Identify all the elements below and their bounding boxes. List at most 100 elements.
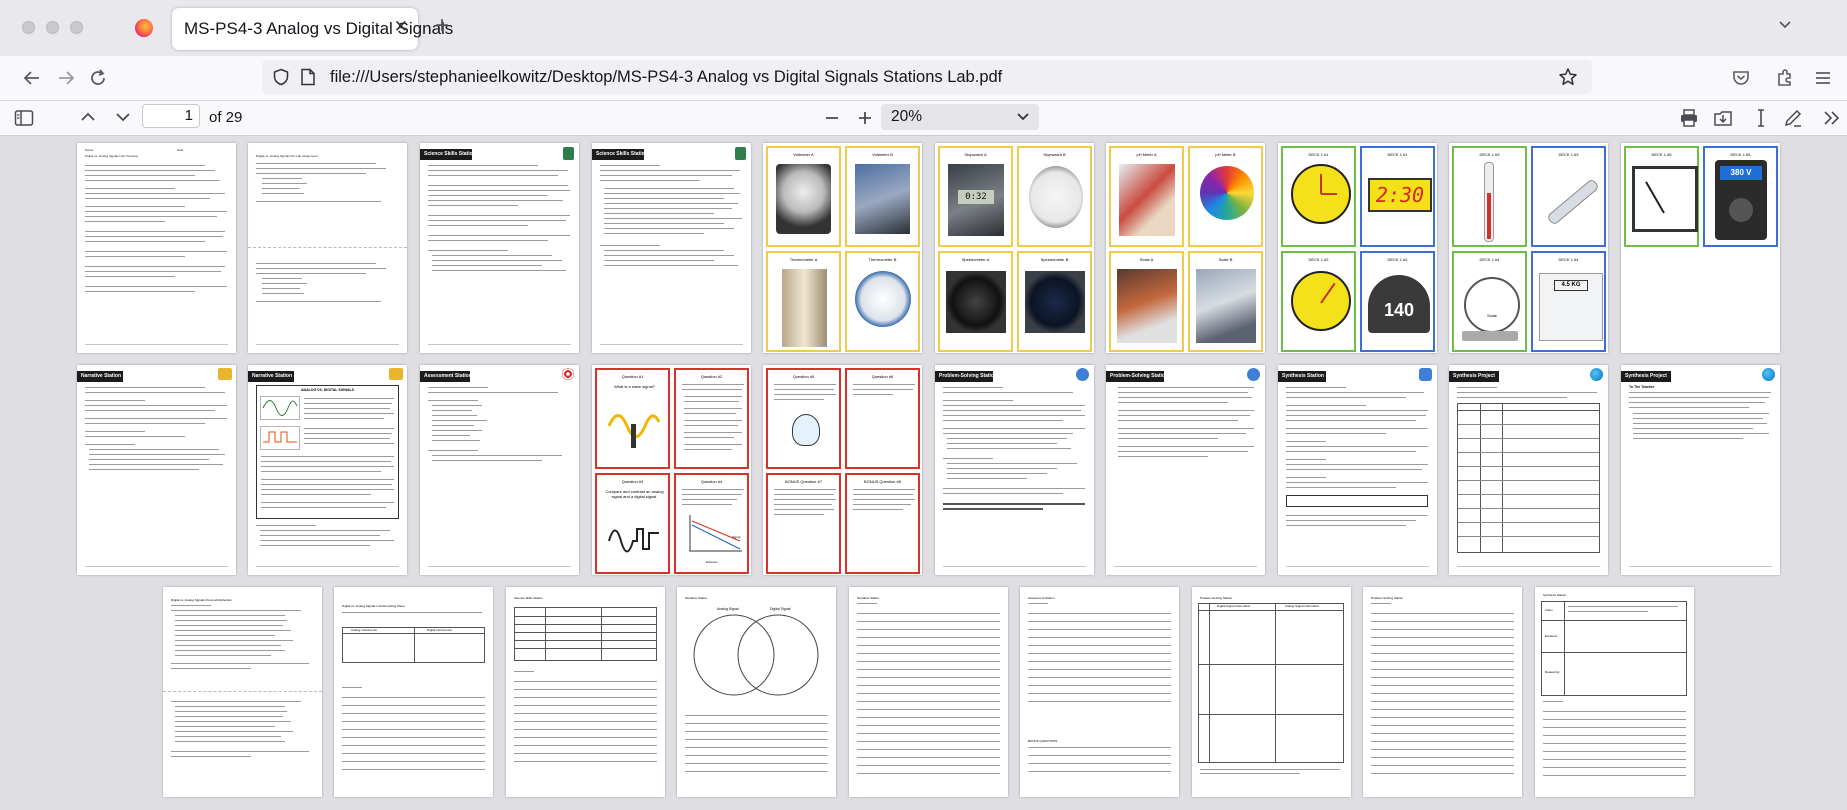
stopwatch-photo: 0:32 [948,164,1004,236]
card-label: DECK 1 #3 [1558,152,1579,157]
pdf-page-26[interactable]: Assessment Station BONUS QUESTIONS: [1020,587,1179,797]
draw-pen-icon[interactable] [1783,108,1803,128]
stopwatch-display: 0:32 [958,190,994,204]
pdf-page-17[interactable]: Problem-Solving Station [1106,365,1265,575]
sidebar-toggle-icon[interactable] [14,109,34,127]
print-icon[interactable] [1679,108,1699,128]
question-label: BONUS Question #8 [864,479,901,484]
tab-close-icon[interactable]: ✕ [394,17,408,37]
forward-arrow-icon[interactable] [56,68,76,88]
page-20-subtitle: To The Teacher [1629,385,1655,389]
cer-label: Claim [1545,608,1553,612]
digital-speed-display: 140 [1368,275,1430,333]
card-label: DECK 1 #5 [1730,152,1751,157]
pdf-page-1[interactable]: Name: Date: Digital vs. Analog Signals L… [77,143,236,353]
tab-active[interactable]: MS-PS4-3 Analog vs Digital Signals ✕ [172,8,453,50]
analog-speedometer [1291,271,1351,331]
digital-scale-photo [1196,269,1256,343]
pdf-page-9[interactable]: DECK 1 #3 DECK 1 #3 DECK 1 #4 Scale DECK … [1449,143,1608,353]
save-download-icon[interactable] [1713,108,1733,128]
extensions-icon[interactable] [1775,67,1795,87]
zoom-in-icon[interactable] [857,110,873,126]
pdf-page-11[interactable]: Narrative Station [77,365,236,575]
microscope-icon [563,147,574,160]
pdf-page-28[interactable]: Problem-Solving Station [1363,587,1522,797]
back-arrow-icon[interactable] [22,68,42,88]
card-label: DECK 1 #2 [1308,257,1329,262]
question-label: BONUS Question #7 [785,479,822,484]
question-label: Question #6 [871,374,894,379]
card-label: Scale B [1218,257,1233,262]
pdf-page-5[interactable]: Voltmeter A Voltmeter B Thermometer A Th… [763,143,922,353]
analog-voltmeter [1632,166,1698,232]
menu-icon[interactable] [1813,68,1833,88]
question-label: Question #1 [621,374,644,379]
pdf-page-10[interactable]: DECK 1 #5 DECK 1 #5 380 V [1621,143,1780,353]
pdf-page-22[interactable]: Digital vs. Analog Signals Lab Recording… [334,587,493,797]
question-text: Compare and contrast an analog signal an… [605,489,664,499]
bookmark-star-icon[interactable] [1558,67,1578,87]
next-page-icon[interactable] [115,110,131,124]
speedometer-photo [946,271,1006,333]
wave-sign-illustration [607,414,661,448]
pdf-page-4[interactable]: Science Skills Station [592,143,751,353]
more-tools-icon[interactable] [1823,110,1841,126]
cer-table: Claim Evidence Reasoning [1541,601,1687,696]
new-tab-button[interactable]: + [435,14,449,38]
window-minimize-button[interactable] [46,21,59,34]
zoom-select[interactable]: 20% [881,104,1039,130]
pdf-page-3[interactable]: Science Skills Station [420,143,579,353]
page-24-title: Narrative Station [685,596,708,600]
url-bar[interactable]: file:///Users/stephanieelkowitz/Desktop/… [262,60,1592,94]
card-label: pH Meter A [1136,152,1157,157]
pdf-page-8[interactable]: DECK 1 #1 DECK 1 #1 2:30 DECK 1 #2 DECK 1… [1278,143,1437,353]
pdf-page-15[interactable]: Question #5 Question #6 BONUS Question #… [763,365,922,575]
pdf-page-13[interactable]: Assessment Station [420,365,579,575]
pdf-page-12[interactable]: Narrative Station ANALOG VS. DIGITAL SIG… [248,365,407,575]
digital-thermometer-photo [855,271,911,327]
pdf-page-25[interactable]: Narrative Station [849,587,1008,797]
text-tool-icon[interactable] [1753,108,1769,128]
page-27-title: Problem-Solving Station [1200,596,1233,600]
page-29-title: Synthesis Station [1543,593,1567,597]
card-label: Voltmeter A [793,152,814,157]
page-number-input[interactable]: 1 [142,104,200,128]
page-26-title: Assessment Station [1028,596,1055,600]
page-icon[interactable] [300,68,316,86]
window-zoom-button[interactable] [70,21,83,34]
page-1-name-label: Name: [85,148,94,152]
page-4-header: Science Skills Station [596,151,648,157]
previous-page-icon[interactable] [80,110,96,124]
digital-multimeter: 380 V [1715,160,1767,240]
pdf-page-6[interactable]: Stopwatch A 0:32 Stopwatch B Speedometer … [935,143,1094,353]
pdf-page-20[interactable]: Synthesis Project To The Teacher [1621,365,1780,575]
pdf-page-19[interactable]: Synthesis Project [1449,365,1608,575]
card-label: Speedometer A [961,257,990,262]
card-label: DECK 1 #1 [1387,152,1408,157]
shield-icon[interactable] [272,68,290,86]
pdf-page-16[interactable]: Problem-Solving Station [935,365,1094,575]
list-all-tabs-icon[interactable] [1777,16,1793,32]
page-count-label: of 29 [209,109,243,126]
pdf-page-7[interactable]: pH Meter A pH Meter B Scale A Scale B [1106,143,1265,353]
reload-icon[interactable] [88,68,108,88]
card-label: DECK 1 #2 [1387,257,1408,262]
window-close-button[interactable] [22,21,35,34]
pdf-page-21[interactable]: Digital vs. Analog Signals Post-Lab Refl… [163,587,322,797]
pdf-page-14[interactable]: Question #1 What is a wave signal? Questi… [592,365,751,575]
pocket-icon[interactable] [1731,68,1751,88]
zoom-out-icon[interactable] [824,110,840,126]
pdf-page-24[interactable]: Narrative Station Analog Signal Digital … [677,587,836,797]
pdf-page-27[interactable]: Problem-Solving Station Digital Signal I… [1192,587,1351,797]
scale-label: Scale [1486,313,1497,318]
pdf-page-29[interactable]: Synthesis Station Claim Evidence Reasoni… [1535,587,1694,797]
page-20-header: Synthesis Project [1625,373,1667,379]
card-label: pH Meter B [1215,152,1236,157]
card-label: Voltmeter B [872,152,893,157]
pdf-page-23[interactable]: Science Skills Station [506,587,665,797]
scale-display: 4.5 KG [1554,280,1588,291]
pdf-page-18[interactable]: Synthesis Station [1278,365,1437,575]
pdf-viewer[interactable]: Name: Date: Digital vs. Analog Signals L… [0,136,1847,810]
pdf-page-2[interactable]: Digital vs. Analog Signals Pre-Lab Assig… [248,143,407,353]
question-text: What is a wave signal? [614,384,655,389]
